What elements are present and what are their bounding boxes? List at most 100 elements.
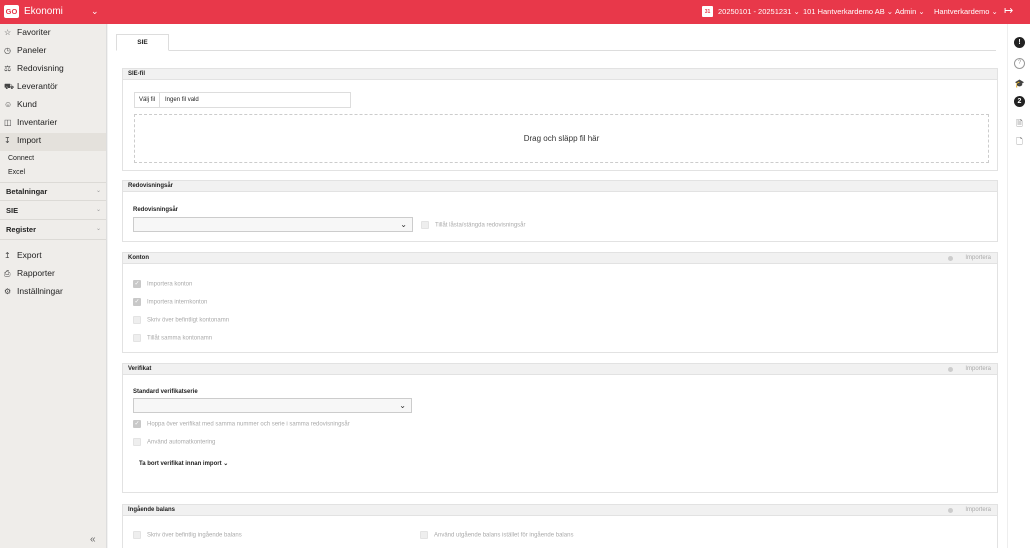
- divider: [0, 219, 106, 220]
- voucher-series-select[interactable]: ⌄: [133, 398, 412, 413]
- sidebar-item-import[interactable]: ↧ Import: [4, 135, 41, 149]
- sidebar-item-installningar[interactable]: ⚙ Inställningar: [4, 286, 63, 300]
- truck-icon: ⛟: [4, 82, 15, 91]
- checkbox-checked[interactable]: ✓: [133, 298, 141, 306]
- chevron-down-icon[interactable]: ⌄: [91, 6, 99, 17]
- sidebar-sub-connect[interactable]: Connect: [8, 155, 34, 162]
- export-icon: ↥: [4, 251, 11, 260]
- chevron-down-icon: ⌄: [96, 188, 102, 194]
- sidebar-item-favoriter[interactable]: ☆ Favoriter: [4, 27, 51, 41]
- panel-header: Redovisningsår: [123, 181, 997, 192]
- calendar-icon[interactable]: 31: [702, 6, 713, 17]
- help-icon[interactable]: ?: [1014, 58, 1025, 69]
- import-accounts-checkbox[interactable]: ✓ Importera konton: [133, 280, 192, 288]
- vouchers-panel: Verifikat Importera Standard verifikatse…: [122, 363, 998, 493]
- file-input[interactable]: Välj fil Ingen fil vald: [134, 92, 351, 108]
- app-name[interactable]: Ekonomi: [24, 6, 63, 17]
- sidebar: ☆ Favoriter ◷ Paneler ⚖ Redovisning ⛟ Levera…: [0, 24, 107, 548]
- sidebar-item-paneler[interactable]: ◷ Paneler: [4, 45, 46, 59]
- import-toggle-label[interactable]: Importera: [965, 364, 991, 375]
- overwrite-account-name-checkbox[interactable]: Skriv över befintligt kontonamn: [133, 316, 229, 324]
- sidebar-section-sie[interactable]: SIE: [6, 206, 18, 215]
- choose-file-button[interactable]: Välj fil: [135, 93, 161, 107]
- company-selector[interactable]: 101 Hantverkardemo AB ⌄: [803, 7, 893, 16]
- checkbox[interactable]: [133, 531, 141, 539]
- sidebar-section-register[interactable]: Register: [6, 225, 36, 234]
- top-bar: GO Ekonomi ⌄ 31 20250101 - 20251231 ⌄ 10…: [0, 0, 1030, 24]
- go-logo[interactable]: GO: [4, 5, 19, 18]
- panel-header: SIE-fil: [123, 69, 997, 80]
- document-icon[interactable]: 🗎: [1014, 118, 1025, 129]
- allow-same-account-name-checkbox[interactable]: Tillåt samma kontonamn: [133, 334, 212, 342]
- use-outgoing-balance-checkbox[interactable]: Använd utgående balans istället för ingå…: [420, 531, 573, 539]
- fiscal-year-select[interactable]: ⌄: [133, 217, 413, 232]
- user-icon: ☺: [4, 100, 13, 109]
- scale-icon: ⚖: [4, 64, 12, 73]
- right-rail: ! ? 🎓 2 🗎 🗋: [1007, 24, 1030, 548]
- sidebar-item-kund[interactable]: ☺ Kund: [4, 99, 37, 113]
- overwrite-opening-balance-checkbox[interactable]: Skriv över befintlig ingående balans: [133, 531, 242, 539]
- sidebar-item-leverantor[interactable]: ⛟ Leverantör: [4, 81, 58, 95]
- sidebar-item-rapporter[interactable]: ⎙ Rapporter: [4, 268, 55, 282]
- tab-bar: SIE: [116, 34, 996, 51]
- sidebar-sub-excel[interactable]: Excel: [8, 169, 25, 176]
- panel-header: Verifikat Importera: [123, 364, 997, 375]
- sidebar-item-export[interactable]: ↥ Export: [4, 250, 42, 264]
- sidebar-item-redovisning[interactable]: ⚖ Redovisning: [4, 63, 64, 77]
- inventory-icon: ◫: [4, 118, 12, 127]
- notification-icon[interactable]: 2: [1014, 96, 1025, 107]
- divider: [0, 182, 106, 183]
- import-icon: ↧: [4, 136, 11, 145]
- drop-zone[interactable]: Drag och släpp fil här: [134, 114, 989, 163]
- checkbox-checked[interactable]: ✓: [133, 420, 141, 428]
- chevron-down-icon: ⌄: [399, 401, 406, 410]
- logout-icon[interactable]: ↦: [1004, 4, 1013, 17]
- chevron-down-icon: ⌄: [96, 207, 102, 213]
- checkbox[interactable]: [133, 316, 141, 324]
- tab-sie[interactable]: SIE: [116, 34, 169, 51]
- gear-icon: ⚙: [4, 287, 12, 296]
- toggle-dot[interactable]: [948, 508, 953, 513]
- chevron-down-icon: ⌄: [400, 220, 407, 229]
- voucher-series-label: Standard verifikatserie: [133, 389, 198, 395]
- main-content: SIE SIE-fil Välj fil Ingen fil vald Drag …: [108, 24, 1007, 548]
- toggle-dot[interactable]: [948, 256, 953, 261]
- divider: [0, 200, 106, 201]
- chevron-down-icon: ⌄: [96, 226, 102, 232]
- accounts-panel: Konton Importera ✓ Importera konton ✓ Impo…: [122, 252, 998, 353]
- panel-header: Konton Importera: [123, 253, 997, 264]
- sie-file-panel: SIE-fil Välj fil Ingen fil vald Drag och …: [122, 68, 998, 171]
- role-selector[interactable]: Admin ⌄: [895, 7, 925, 16]
- opening-balance-panel: Ingående balans Importera Skriv över bef…: [122, 504, 998, 548]
- checkbox-checked[interactable]: ✓: [133, 280, 141, 288]
- import-internal-accounts-checkbox[interactable]: ✓ Importera internkonton: [133, 298, 207, 306]
- user-menu[interactable]: Hantverkardemo ⌄: [934, 7, 998, 16]
- checkbox[interactable]: [420, 531, 428, 539]
- file-icon[interactable]: 🗋: [1014, 136, 1025, 147]
- divider: [0, 239, 106, 240]
- file-status: Ingen fil vald: [165, 97, 199, 103]
- fiscal-year-label: Redovisningsår: [133, 207, 179, 213]
- academy-icon[interactable]: 🎓: [1014, 78, 1025, 89]
- skip-duplicate-vouchers-checkbox[interactable]: ✓ Hoppa över verifikat med samma nummer o…: [133, 420, 350, 428]
- fiscal-year-panel: Redovisningsår Redovisningsår ⌄ Tillåt l…: [122, 180, 998, 242]
- info-icon[interactable]: !: [1014, 37, 1025, 48]
- sidebar-section-betalningar[interactable]: Betalningar: [6, 187, 47, 196]
- checkbox[interactable]: [133, 334, 141, 342]
- chevron-down-icon: ⌄: [223, 461, 229, 467]
- allow-closed-checkbox[interactable]: Tillåt låsta/stängda redovisningsår: [421, 221, 526, 229]
- auto-posting-checkbox[interactable]: Använd automatkontering: [133, 438, 215, 446]
- date-range-selector[interactable]: 20250101 - 20251231 ⌄: [718, 7, 800, 16]
- gauge-icon: ◷: [4, 46, 11, 55]
- toggle-dot[interactable]: [948, 367, 953, 372]
- import-toggle-label[interactable]: Importera: [965, 253, 991, 264]
- panel-header: Ingående balans Importera: [123, 505, 997, 516]
- checkbox[interactable]: [133, 438, 141, 446]
- collapse-sidebar-icon[interactable]: «: [90, 534, 96, 545]
- print-icon: ⎙: [4, 269, 11, 278]
- import-toggle-label[interactable]: Importera: [965, 505, 991, 516]
- star-icon: ☆: [4, 28, 12, 37]
- sidebar-item-inventarier[interactable]: ◫ Inventarier: [4, 117, 57, 131]
- checkbox[interactable]: [421, 221, 429, 229]
- remove-vouchers-toggle[interactable]: Ta bort verifikat innan import ⌄: [139, 460, 228, 467]
